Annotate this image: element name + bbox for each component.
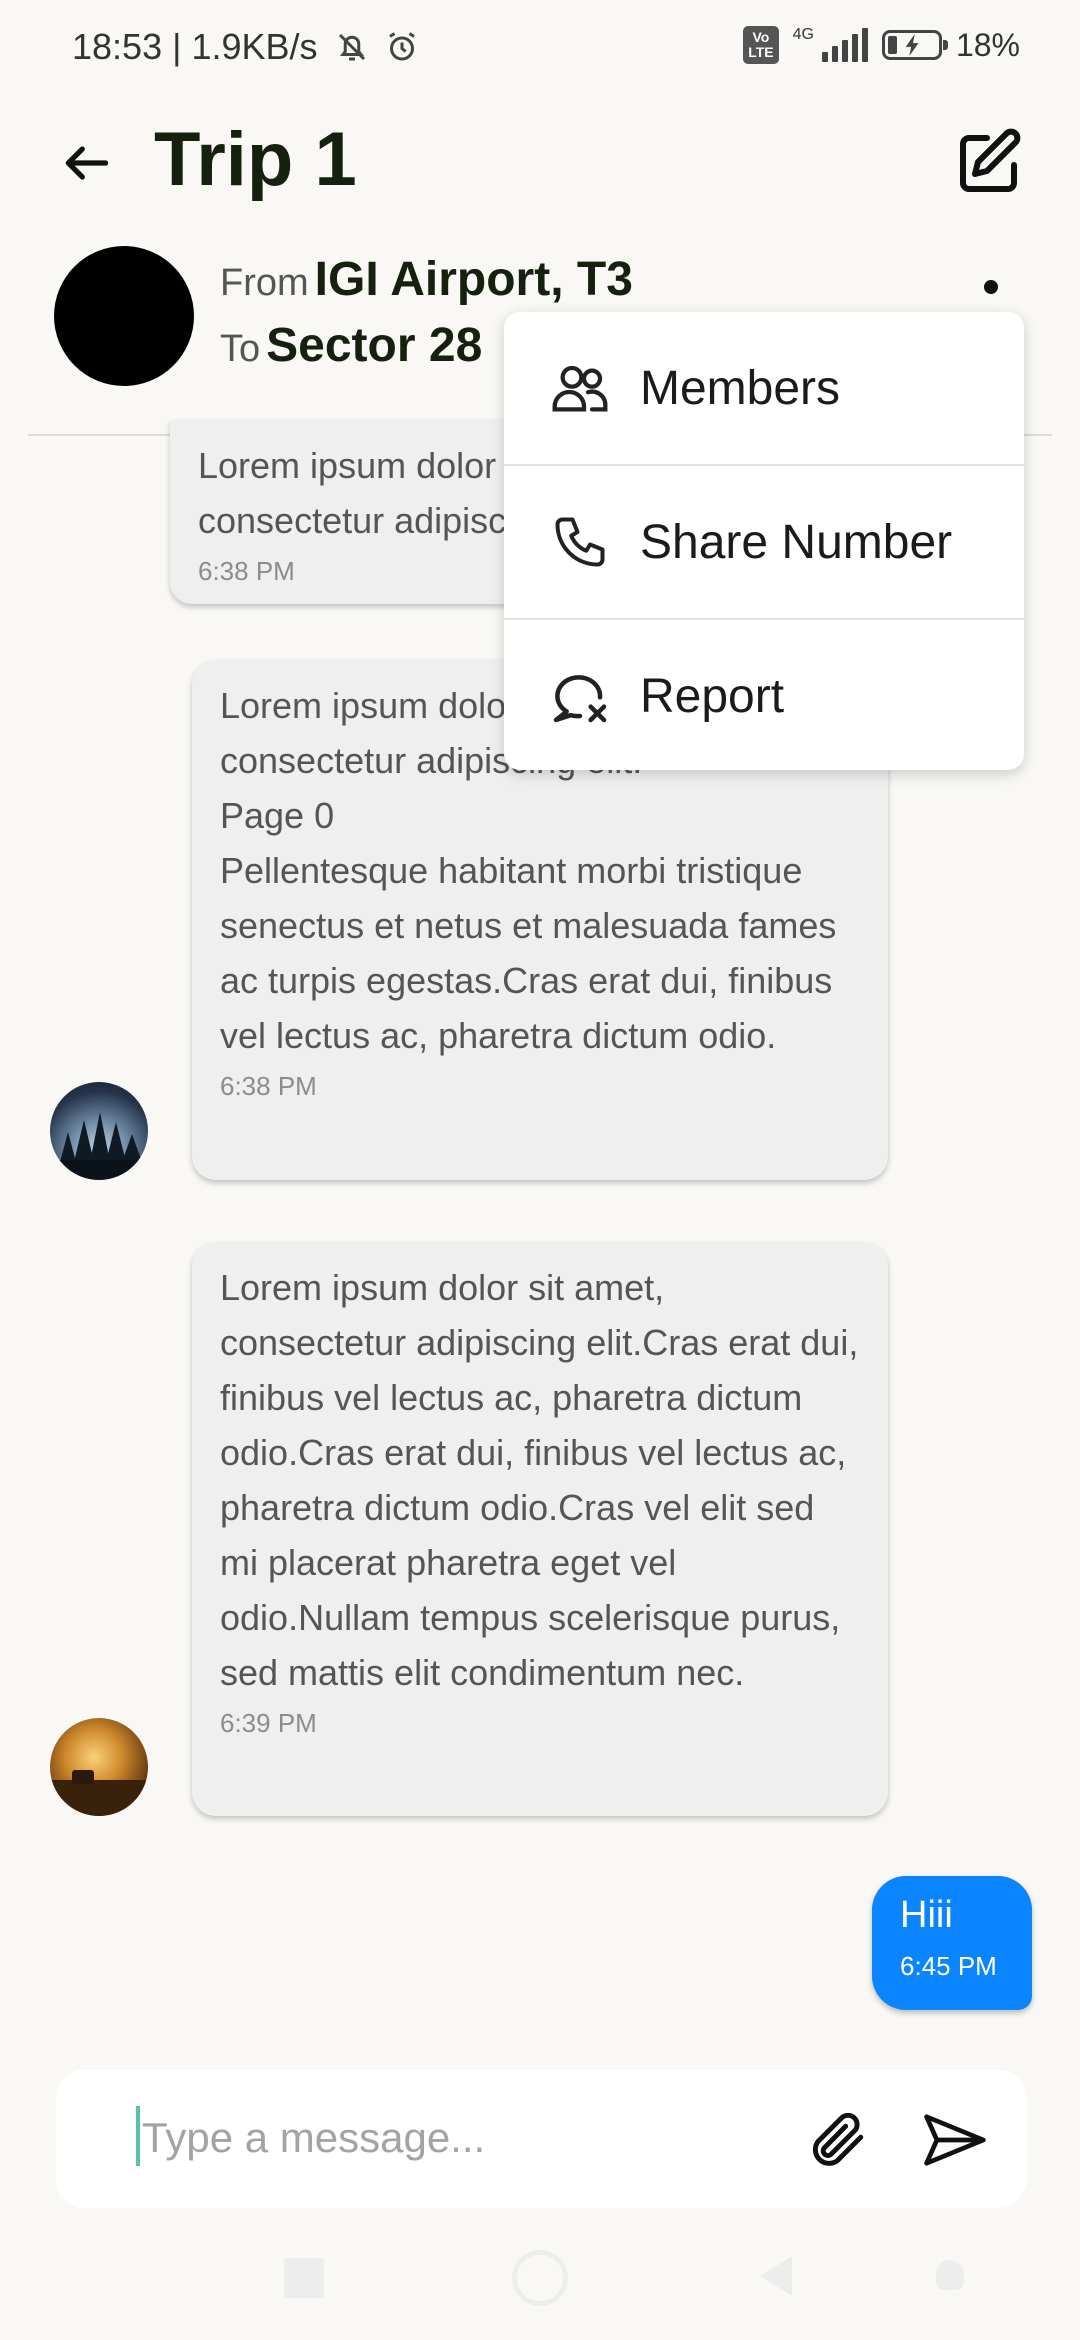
menu-item-report[interactable]: Report	[504, 620, 1024, 770]
from-prefix: From	[220, 262, 309, 304]
battery-percent: 18%	[955, 26, 1020, 63]
sender-avatar[interactable]	[50, 1082, 148, 1180]
menu-item-label: Members	[640, 361, 841, 415]
battery-charging-icon	[881, 30, 948, 60]
mute-bell-icon	[338, 33, 365, 61]
edit-button[interactable]	[950, 122, 1030, 202]
report-chat-icon	[548, 664, 612, 728]
assistant-button[interactable]	[936, 2260, 964, 2290]
phone-icon	[548, 510, 612, 574]
page-title: Trip 1	[154, 117, 357, 202]
recent-apps-button[interactable]	[284, 2258, 324, 2298]
send-icon	[924, 2114, 986, 2166]
to-prefix: To	[220, 328, 261, 370]
menu-item-label: Share Number	[640, 515, 953, 569]
members-icon	[548, 356, 612, 420]
my-message-text: Hiii	[900, 1894, 953, 1936]
message-text: Lorem ipsum dolor sit amet, consectetur …	[220, 1267, 859, 1693]
edit-square-icon	[960, 128, 1021, 192]
menu-item-share-number[interactable]: Share Number	[504, 466, 1024, 618]
sender-avatar[interactable]	[50, 1718, 148, 1816]
attach-button[interactable]	[796, 2100, 876, 2180]
options-menu: Members Share Number Report	[504, 312, 1024, 770]
paperclip-icon	[812, 2112, 864, 2166]
my-message-time: 6:45 PM	[900, 1951, 997, 1981]
status-icons: Vo LTE 4G 18%	[743, 26, 1020, 64]
message-time: 6:38 PM	[220, 1071, 317, 1101]
network-type: 4G	[792, 26, 814, 43]
route-to: To Sector 28	[220, 318, 482, 373]
back-button[interactable]	[52, 128, 122, 198]
trip-avatar	[54, 246, 194, 386]
text-cursor	[136, 2106, 140, 2166]
route-from: From IGI Airport, T3	[220, 252, 633, 307]
message-bubble: Lorem ipsum dolor sit amet, consectetur …	[192, 1242, 888, 1816]
to-location: Sector 28	[266, 319, 483, 372]
home-button[interactable]	[512, 2250, 568, 2306]
signal-icon	[821, 28, 868, 62]
message-time: 6:39 PM	[220, 1708, 317, 1738]
my-message-bubble: Hiii 6:45 PM	[872, 1876, 1032, 2010]
alarm-icon	[388, 32, 415, 61]
send-button[interactable]	[912, 2100, 998, 2180]
volte-badge: Vo LTE	[743, 26, 779, 64]
from-location: IGI Airport, T3	[314, 253, 633, 306]
arrow-left-icon	[65, 146, 109, 180]
menu-item-label: Report	[640, 669, 785, 723]
menu-item-members[interactable]: Members	[504, 312, 1024, 464]
status-time: 18:53 | 1.9KB/s	[72, 26, 420, 68]
status-time-text: 18:53 | 1.9KB/s	[72, 26, 318, 67]
nav-back-button[interactable]	[756, 2254, 796, 2303]
message-input[interactable]	[142, 2098, 762, 2178]
more-options-icon[interactable]	[984, 280, 998, 294]
